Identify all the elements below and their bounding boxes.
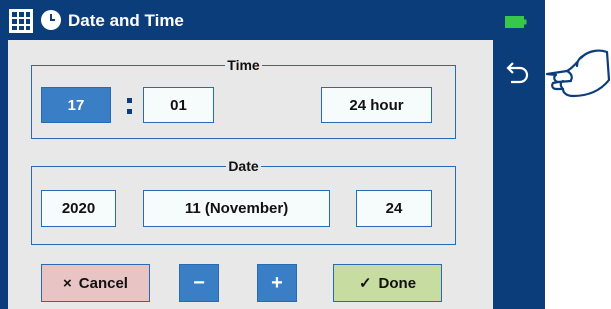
date-legend: Date (228, 158, 259, 174)
battery-icon (505, 16, 527, 28)
cancel-label: Cancel (78, 274, 128, 292)
time-format-field[interactable]: 24 hour (321, 87, 432, 123)
month-field[interactable]: 11 (November) (143, 190, 330, 227)
minus-icon: − (193, 271, 205, 294)
time-separator (127, 98, 132, 114)
day-field[interactable]: 24 (356, 190, 432, 227)
device-screen: Date and Time (0, 0, 545, 309)
clock-icon (41, 10, 61, 30)
done-label: Done (378, 274, 417, 292)
done-button[interactable]: ✓ Done (333, 264, 442, 302)
increment-button[interactable]: + (257, 264, 297, 302)
grid-menu-icon[interactable] (9, 9, 33, 33)
decrement-button[interactable]: − (179, 264, 219, 302)
year-field[interactable]: 2020 (41, 190, 116, 227)
plus-icon: + (271, 271, 283, 294)
pointing-hand-icon (545, 49, 611, 98)
close-icon: × (63, 274, 72, 292)
title-bar: Date and Time (0, 0, 545, 40)
window-title: Date and Time (68, 11, 184, 30)
checkmark-icon: ✓ (358, 275, 372, 292)
hour-field[interactable]: 17 (41, 87, 111, 123)
time-legend: Time (227, 57, 260, 73)
back-icon[interactable] (505, 58, 531, 84)
minute-field[interactable]: 01 (143, 87, 214, 123)
cancel-button[interactable]: × Cancel (41, 264, 150, 302)
